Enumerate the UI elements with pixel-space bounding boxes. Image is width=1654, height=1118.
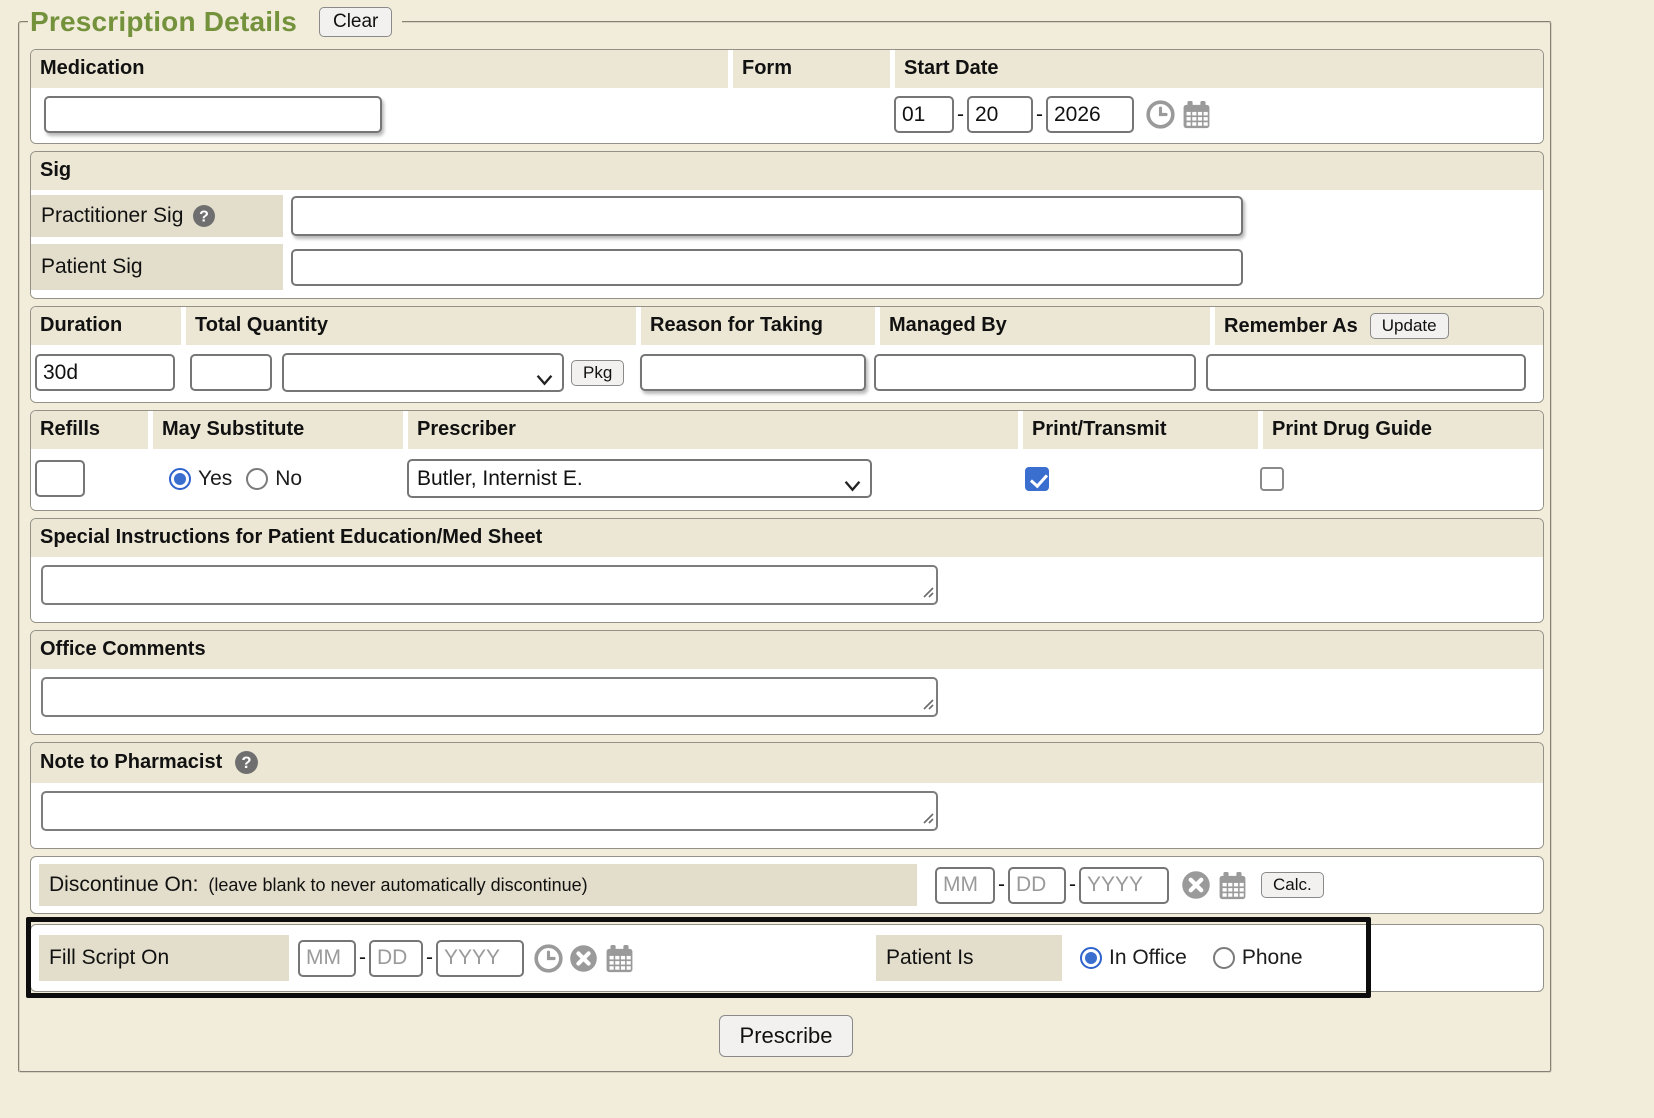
print-transmit-checkbox[interactable] — [1025, 467, 1049, 491]
total-quantity-input[interactable] — [190, 354, 272, 391]
chevron-down-icon — [536, 368, 553, 392]
start-date-year-input[interactable] — [1046, 96, 1134, 133]
duration-header: Duration — [31, 307, 181, 345]
fill-script-year-input[interactable] — [436, 940, 524, 977]
calendar-icon[interactable] — [1181, 99, 1212, 130]
pkg-button[interactable]: Pkg — [571, 360, 624, 386]
update-button[interactable]: Update — [1370, 313, 1449, 339]
help-icon[interactable]: ? — [234, 750, 259, 775]
practitioner-sig-label: Practitioner Sig ? — [31, 195, 283, 237]
start-date-header: Start Date — [895, 50, 1543, 88]
details-section: Duration Total Quantity Reason for Takin… — [30, 306, 1544, 403]
clock-icon[interactable] — [534, 944, 563, 973]
patient-sig-input[interactable] — [291, 249, 1243, 286]
start-date-day-input[interactable] — [967, 96, 1033, 133]
managed-by-header: Managed By — [880, 307, 1210, 345]
note-pharmacist-header: Note to Pharmacist — [40, 751, 222, 774]
medication-section: Medication Form Start Date - - — [30, 49, 1544, 144]
total-quantity-header: Total Quantity — [186, 307, 636, 345]
office-comments-header: Office Comments — [31, 631, 1543, 669]
date-separator: - — [1033, 103, 1046, 127]
medication-input[interactable] — [44, 96, 382, 133]
discontinue-label: Discontinue On: (leave blank to never au… — [39, 864, 917, 906]
patient-sig-label: Patient Sig — [31, 244, 283, 290]
chevron-down-icon — [844, 474, 861, 498]
substitute-yes-radio[interactable] — [169, 468, 191, 490]
fill-script-month-input[interactable] — [298, 940, 356, 977]
refills-header: Refills — [31, 411, 148, 449]
substitute-no-radio[interactable] — [246, 468, 268, 490]
date-separator: - — [954, 103, 967, 127]
calc-button[interactable]: Calc. — [1261, 872, 1324, 898]
refills-input[interactable] — [35, 460, 85, 497]
fill-script-section: Fill Script On - - — [30, 924, 1544, 992]
remember-as-header: Remember As — [1224, 315, 1358, 338]
clock-icon[interactable] — [1146, 100, 1175, 129]
prescription-details-fieldset: Prescription Details Clear Medication Fo… — [18, 6, 1552, 1073]
calendar-icon[interactable] — [1217, 870, 1248, 901]
discontinue-year-input[interactable] — [1079, 867, 1169, 904]
resize-grip-icon[interactable] — [920, 584, 934, 603]
start-date-month-input[interactable] — [894, 96, 954, 133]
sig-header: Sig — [31, 152, 1543, 190]
remember-as-input[interactable] — [1206, 354, 1526, 391]
practitioner-sig-input[interactable] — [291, 196, 1243, 236]
special-instructions-section: Special Instructions for Patient Educati… — [30, 518, 1544, 623]
print-drug-guide-checkbox[interactable] — [1260, 467, 1284, 491]
print-transmit-header: Print/Transmit — [1023, 411, 1258, 449]
may-substitute-header: May Substitute — [153, 411, 403, 449]
in-office-label[interactable]: In Office — [1109, 946, 1187, 970]
special-instructions-header: Special Instructions for Patient Educati… — [31, 519, 1543, 557]
clear-button[interactable]: Clear — [319, 7, 392, 37]
discontinue-day-input[interactable] — [1008, 867, 1066, 904]
duration-input[interactable] — [35, 354, 175, 391]
svg-text:?: ? — [242, 753, 252, 772]
special-instructions-textarea[interactable] — [41, 565, 938, 605]
svg-text:?: ? — [200, 209, 210, 226]
form-header: Form — [733, 50, 890, 88]
refills-section: Refills May Substitute Prescriber Print/… — [30, 410, 1544, 511]
reason-header: Reason for Taking — [641, 307, 875, 345]
clear-date-icon[interactable] — [569, 944, 598, 973]
office-comments-textarea[interactable] — [41, 677, 938, 717]
in-office-radio[interactable] — [1080, 947, 1102, 969]
page-title: Prescription Details — [30, 6, 297, 38]
calendar-icon[interactable] — [604, 943, 635, 974]
medication-header: Medication — [31, 50, 728, 88]
note-pharmacist-textarea[interactable] — [41, 791, 938, 831]
phone-label[interactable]: Phone — [1242, 946, 1303, 970]
fill-script-day-input[interactable] — [369, 940, 423, 977]
substitute-no-label[interactable]: No — [275, 467, 302, 491]
resize-grip-icon[interactable] — [920, 810, 934, 829]
discontinue-section: Discontinue On: (leave blank to never au… — [30, 856, 1544, 914]
managed-by-input[interactable] — [874, 354, 1196, 391]
note-pharmacist-section: Note to Pharmacist ? — [30, 742, 1544, 849]
print-drug-guide-header: Print Drug Guide — [1263, 411, 1543, 449]
prescriber-header: Prescriber — [408, 411, 1018, 449]
help-icon[interactable]: ? — [192, 204, 216, 228]
office-comments-section: Office Comments — [30, 630, 1544, 735]
substitute-yes-label[interactable]: Yes — [198, 467, 232, 491]
discontinue-hint: (leave blank to never automatically disc… — [208, 875, 587, 896]
resize-grip-icon[interactable] — [920, 696, 934, 715]
prescriber-select[interactable]: Butler, Internist E. — [407, 459, 872, 498]
prescribe-button[interactable]: Prescribe — [719, 1015, 854, 1057]
phone-radio[interactable] — [1213, 947, 1235, 969]
sig-section: Sig Practitioner Sig ? Patient Sig — [30, 151, 1544, 299]
quantity-unit-select[interactable] — [282, 353, 564, 392]
fill-script-label: Fill Script On — [39, 935, 289, 981]
reason-input[interactable] — [640, 354, 866, 391]
patient-is-label: Patient Is — [876, 935, 1062, 981]
discontinue-month-input[interactable] — [935, 867, 995, 904]
clear-date-icon[interactable] — [1181, 870, 1211, 900]
